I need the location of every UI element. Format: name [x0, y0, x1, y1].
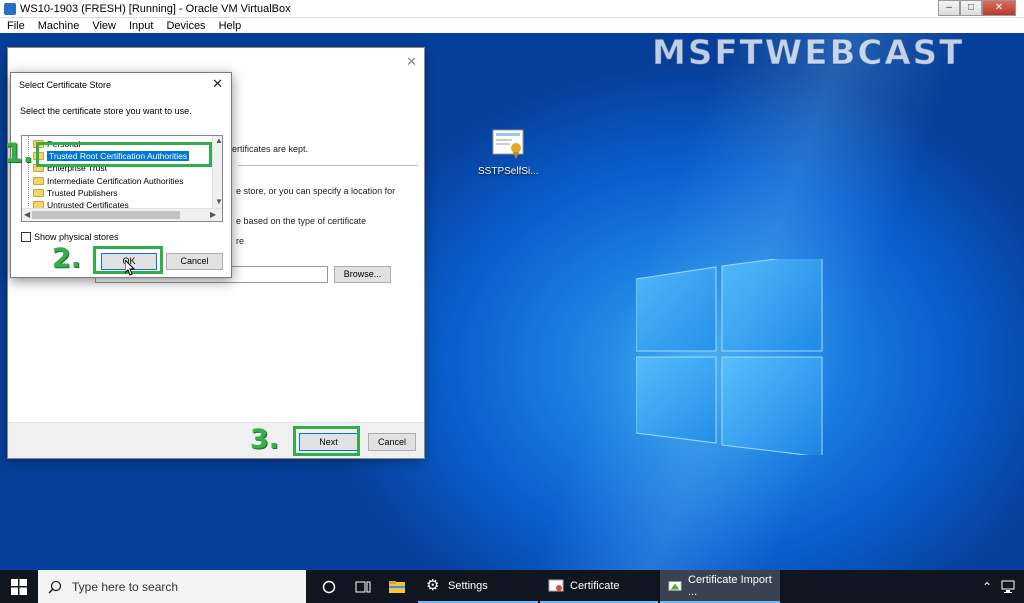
folder-icon	[33, 189, 44, 197]
highlight-next-button	[293, 426, 360, 456]
wizard-text-2: e store, or you can specify a location f…	[236, 186, 396, 196]
virtualbox-icon	[4, 2, 16, 15]
system-tray: ⌃	[982, 570, 1016, 603]
store-item-intermediate[interactable]: Intermediate Certification Authorities	[33, 175, 184, 187]
store-dialog-title: Select Certificate Store	[19, 80, 112, 90]
wizard-text-1: ertificates are kept.	[232, 144, 309, 154]
taskbar: Type here to search ⚙ Settings Certifica…	[0, 570, 1024, 603]
wizard-text-3: e based on the type of certificate	[236, 216, 367, 226]
network-icon[interactable]	[1000, 580, 1016, 594]
close-button[interactable]: ✕	[982, 0, 1016, 16]
highlight-trusted-root	[36, 142, 212, 167]
host-titlebar: WS10-1903 (FRESH) [Running] - Oracle VM …	[0, 0, 1024, 18]
taskbar-app-label: Settings	[448, 579, 488, 592]
folder-icon	[33, 177, 44, 185]
taskbar-app-settings[interactable]: ⚙ Settings	[418, 570, 538, 603]
task-view-icon[interactable]	[346, 570, 380, 603]
wizard-close-icon[interactable]: ✕	[406, 54, 417, 70]
windows-logo-wallpaper	[636, 259, 823, 455]
watermark-logo: MSFTWEBCAST	[651, 33, 965, 74]
file-explorer-icon[interactable]	[380, 570, 414, 603]
store-cancel-button[interactable]: Cancel	[166, 253, 223, 270]
minimize-button[interactable]: –	[938, 0, 960, 16]
gear-icon: ⚙	[426, 576, 440, 594]
taskbar-app-label: Certificate Import ...	[688, 573, 772, 598]
wizard-separator	[238, 165, 418, 166]
certificate-icon	[548, 579, 564, 591]
wizard-text-4: re	[236, 236, 245, 246]
search-placeholder: Type here to search	[72, 579, 179, 594]
tree-horizontal-scrollbar[interactable]: ◀ ▶	[22, 208, 222, 221]
certificate-wizard-icon	[668, 580, 682, 591]
store-dialog-close-icon[interactable]: ✕	[212, 76, 223, 92]
taskbar-app-certificate-import[interactable]: Certificate Import ...	[660, 570, 780, 603]
cortana-icon[interactable]	[312, 570, 346, 603]
horizontal-scroll-thumb[interactable]	[32, 211, 180, 219]
menu-help[interactable]: Help	[219, 20, 242, 32]
host-menubar: File Machine View Input Devices Help	[0, 18, 1024, 33]
scroll-down-icon[interactable]: ▼	[215, 197, 222, 206]
desktop-icon-certificate[interactable]: SSTPSelfSi...	[478, 128, 539, 177]
step-1-label: 1.	[4, 138, 34, 169]
menu-view[interactable]: View	[92, 20, 116, 32]
desktop-icon-label: SSTPSelfSi...	[478, 166, 539, 177]
scroll-up-icon[interactable]: ▲	[215, 136, 222, 145]
host-title: WS10-1903 (FRESH) [Running] - Oracle VM …	[20, 2, 291, 15]
windows-start-icon	[11, 578, 27, 595]
wizard-cancel-button[interactable]: Cancel	[368, 433, 416, 451]
wizard-footer	[8, 422, 424, 458]
maximize-button[interactable]: □	[960, 0, 982, 16]
certificate-file-icon	[492, 129, 524, 159]
search-icon	[48, 580, 62, 594]
scroll-left-icon[interactable]: ◀	[24, 210, 30, 219]
taskbar-app-label: Certificate	[570, 579, 620, 592]
host-window-controls: – □ ✕	[938, 0, 1016, 16]
browse-button[interactable]: Browse...	[334, 266, 391, 283]
menu-devices[interactable]: Devices	[166, 20, 205, 32]
store-item-trusted-publishers[interactable]: Trusted Publishers	[33, 187, 118, 199]
show-hidden-icons-chevron-up-icon[interactable]: ⌃	[982, 580, 992, 594]
store-dialog-prompt: Select the certificate store you want to…	[20, 106, 192, 116]
taskbar-app-certificate[interactable]: Certificate	[540, 570, 658, 603]
show-physical-stores-checkbox[interactable]	[21, 232, 31, 242]
menu-machine[interactable]: Machine	[38, 20, 80, 32]
tree-vertical-scrollbar[interactable]: ▲ ▼	[212, 136, 222, 208]
menu-file[interactable]: File	[7, 20, 25, 32]
step-3-label: 3.	[250, 424, 280, 455]
step-2-label: 2.	[52, 243, 82, 274]
scroll-right-icon[interactable]: ▶	[210, 210, 216, 219]
taskbar-search-box[interactable]: Type here to search	[38, 570, 306, 603]
start-button[interactable]	[0, 570, 38, 603]
show-physical-stores-label: Show physical stores	[34, 232, 119, 242]
mouse-cursor-icon	[125, 260, 135, 276]
menu-input[interactable]: Input	[129, 20, 153, 32]
